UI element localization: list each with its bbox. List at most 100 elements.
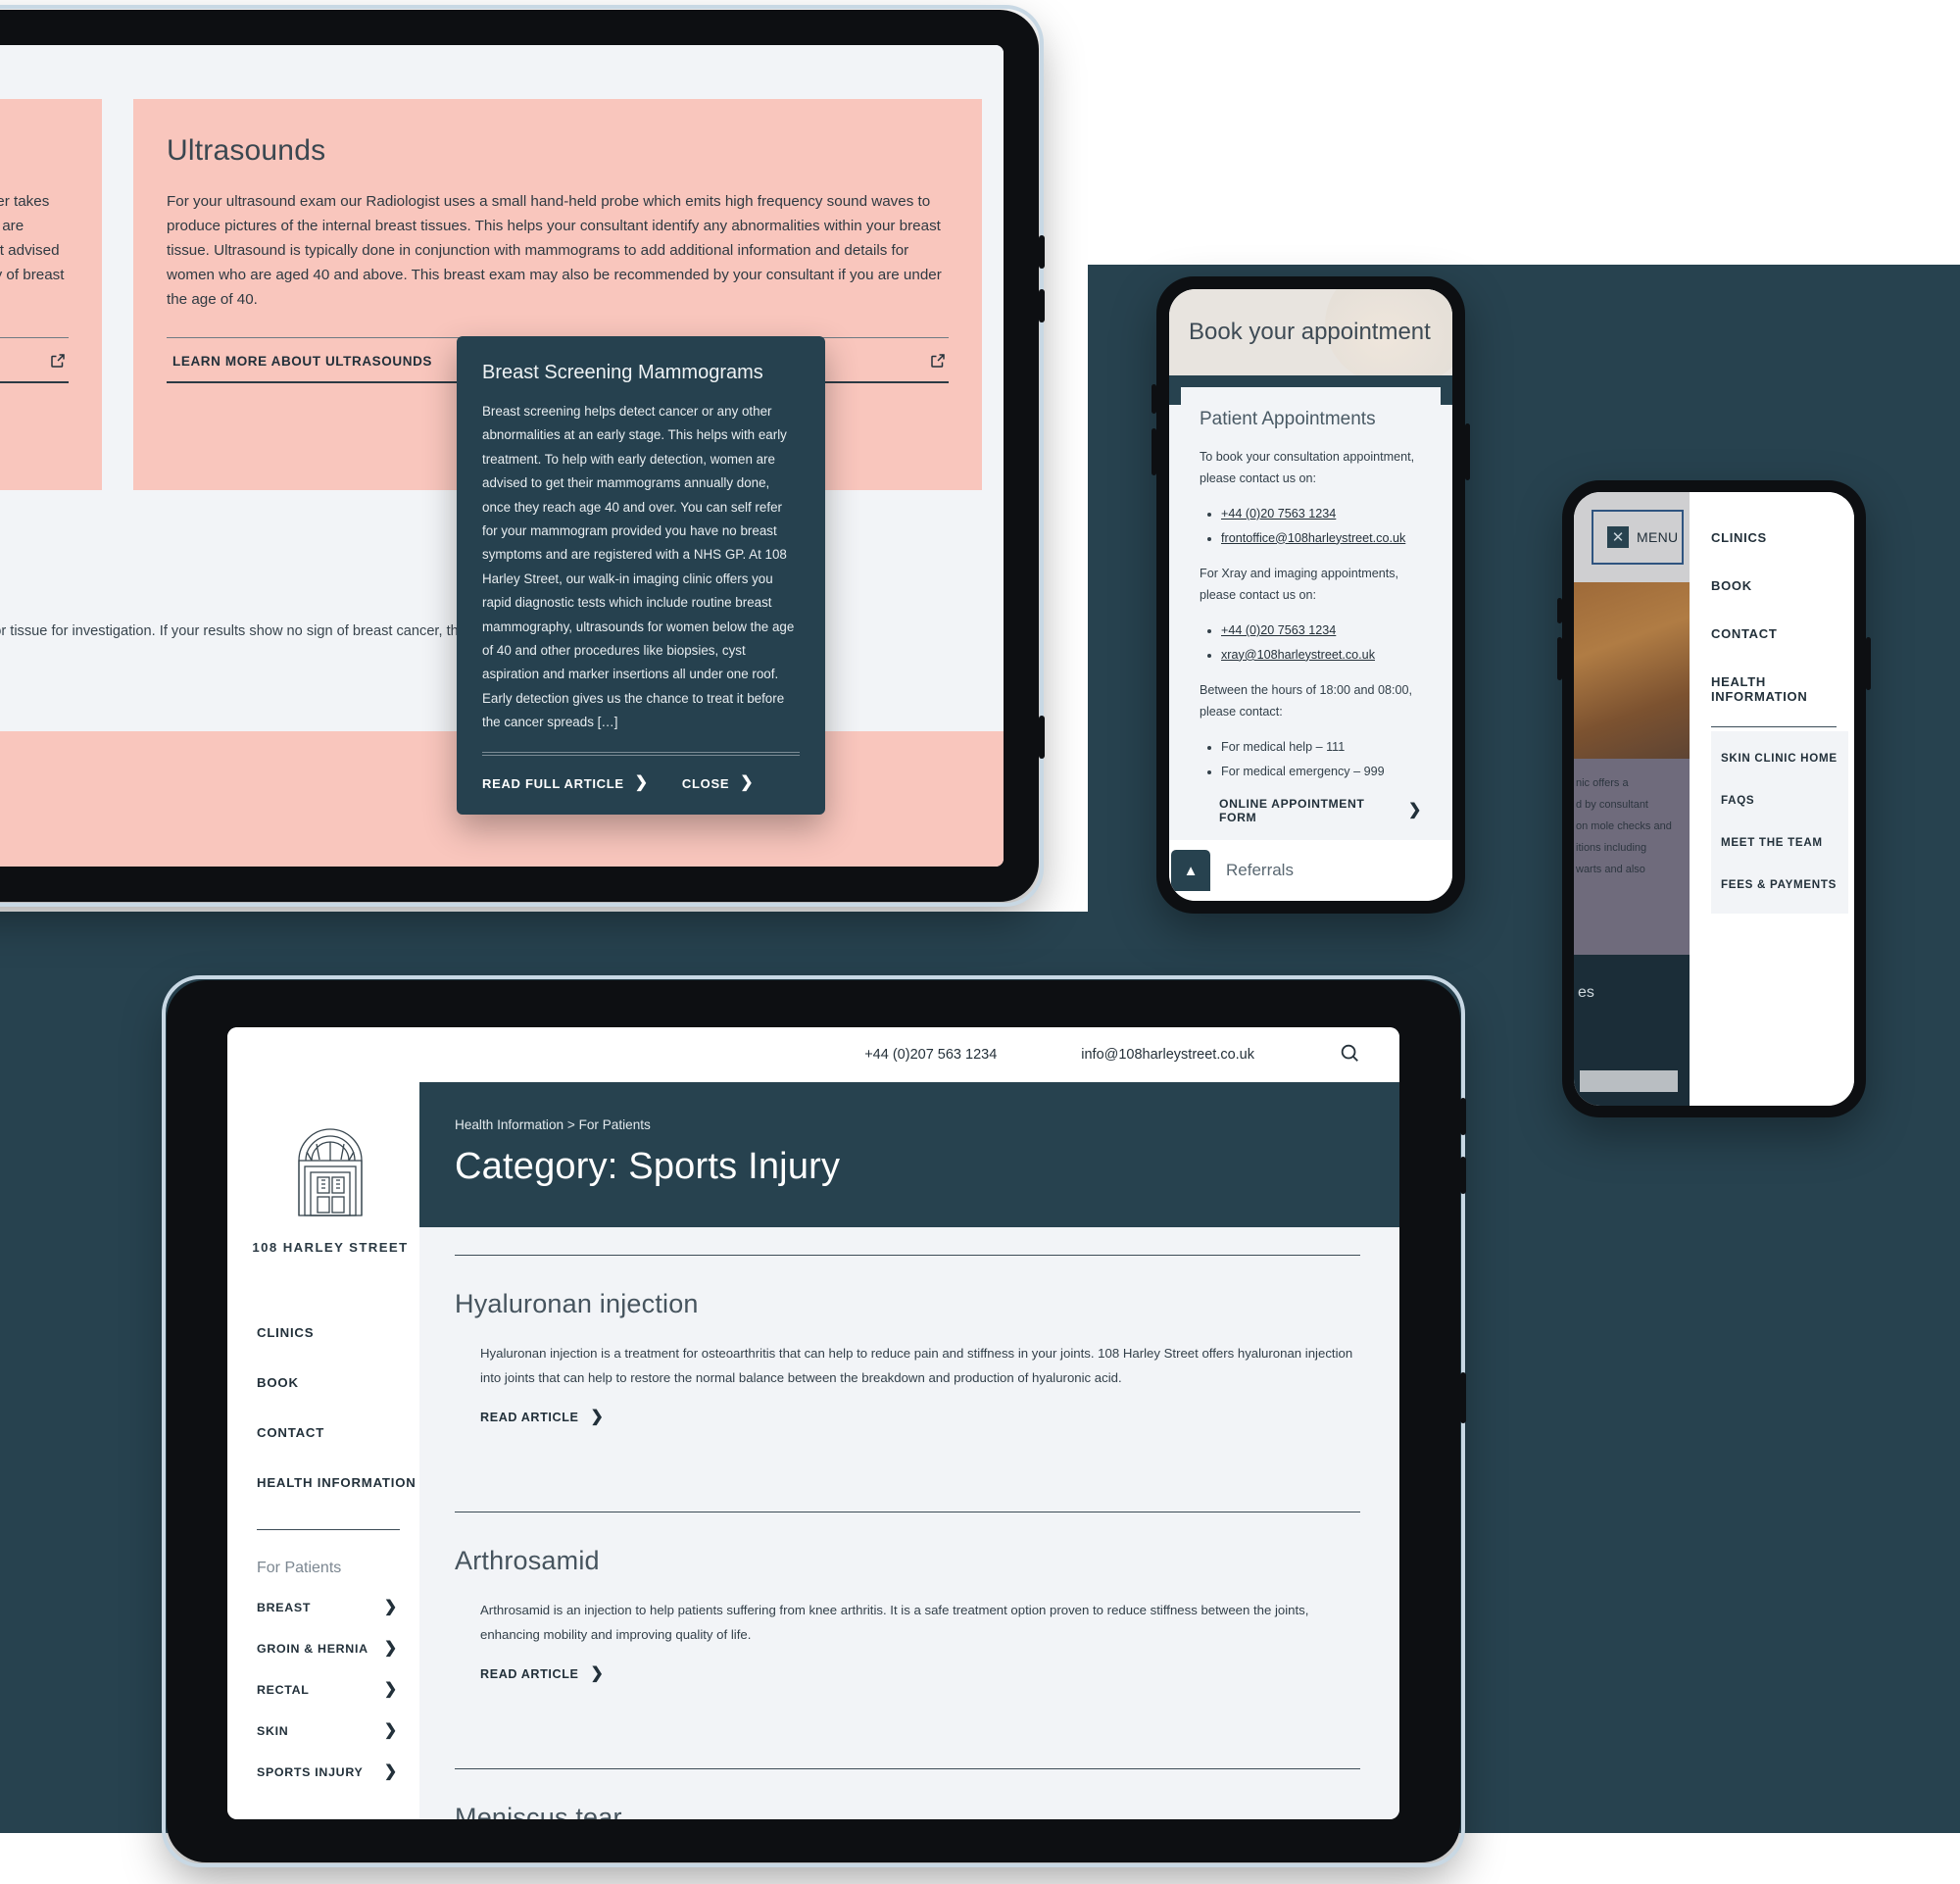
- email-link-xray[interactable]: xray@108harleystreet.co.uk: [1221, 648, 1375, 662]
- menu-toggle-button[interactable]: ✕ MENU: [1592, 510, 1684, 565]
- category-item-groin-hernia[interactable]: GROIN & HERNIA ❯: [241, 1628, 419, 1669]
- search-input[interactable]: [1580, 1070, 1678, 1092]
- bg-line: nic offers a: [1576, 777, 1629, 789]
- subnav-item-fees-payments[interactable]: FEES & PAYMENTS: [1721, 864, 1848, 906]
- bg-line: d by consultant: [1576, 799, 1648, 811]
- sidebar-item-clinics[interactable]: CLINICS: [257, 1308, 419, 1358]
- chevron-right-icon: ❯: [740, 774, 755, 792]
- external-link-icon: [49, 352, 67, 370]
- article-list: Hyaluronan injection Hyaluronan injectio…: [419, 1255, 1399, 1819]
- tablet-top-button-1[interactable]: [1039, 235, 1045, 269]
- breadcrumb[interactable]: Health Information > For Patients: [455, 1117, 1399, 1132]
- category-item-rectal[interactable]: RECTAL ❯: [241, 1669, 419, 1710]
- category-item-breast[interactable]: BREAST ❯: [241, 1587, 419, 1628]
- online-appointment-form-button[interactable]: ONLINE APPOINTMENT FORM ❯: [1219, 797, 1422, 824]
- contact-list-xray: +44 (0)20 7563 1234 xray@108harleystreet…: [1221, 619, 1422, 667]
- phone-book-button-power[interactable]: [1465, 423, 1470, 480]
- phone-book-button-volume-up[interactable]: [1152, 384, 1156, 414]
- online-appointment-form-label: ONLINE APPOINTMENT FORM: [1219, 797, 1365, 825]
- topbar-phone[interactable]: +44 (0)207 563 1234: [864, 1047, 997, 1063]
- category-item-sports-injury[interactable]: SPORTS INJURY ❯: [241, 1752, 419, 1793]
- read-article-button[interactable]: READ ARTICLE ❯: [480, 1666, 1360, 1682]
- sidebar-item-book[interactable]: BOOK: [257, 1358, 419, 1408]
- nav-item-book[interactable]: BOOK: [1711, 562, 1854, 610]
- article-title[interactable]: Arthrosamid: [455, 1546, 1360, 1576]
- phone-menu-button-volume-up[interactable]: [1557, 598, 1562, 623]
- close-popup-button[interactable]: CLOSE ❯: [682, 775, 754, 791]
- menu-toggle-label: MENU: [1637, 529, 1679, 545]
- mobile-nav-drawer: CLINICS BOOK CONTACT HEALTH INFORMATION …: [1690, 492, 1854, 1106]
- contact-list-primary: +44 (0)20 7563 1234 frontoffice@108harle…: [1221, 502, 1422, 550]
- sidebar-divider: [257, 1529, 400, 1530]
- page-header: Health Information > For Patients Catego…: [419, 1082, 1399, 1227]
- tablet-bottom-button-2[interactable]: [1460, 1157, 1466, 1194]
- chevron-right-icon: ❯: [590, 1665, 605, 1683]
- emergency-list: For medical help – 111 For medical emerg…: [1221, 735, 1422, 783]
- subnav-item-skin-clinic-home[interactable]: SKIN CLINIC HOME: [1721, 737, 1848, 779]
- mobile-nav-subsection: SKIN CLINIC HOME FAQS MEET THE TEAM FEES…: [1711, 731, 1848, 914]
- category-label: GROIN & HERNIA: [257, 1642, 368, 1656]
- meet-team-body: Learn more about the consultants and sur…: [0, 831, 982, 847]
- article-title[interactable]: Meniscus tear: [455, 1803, 1360, 1819]
- phone-link-xray[interactable]: +44 (0)20 7563 1234: [1221, 623, 1336, 637]
- phone-book-button-volume-down[interactable]: [1152, 428, 1156, 475]
- close-popup-label: CLOSE: [681, 775, 730, 791]
- nav-item-clinics[interactable]: CLINICS: [1711, 514, 1854, 562]
- chevron-right-icon: ❯: [383, 1599, 398, 1615]
- tablet-top-button-3[interactable]: [1039, 716, 1045, 759]
- nav-item-health-information[interactable]: HEALTH INFORMATION: [1711, 658, 1854, 720]
- popup-body: Breast screening helps detect cancer or …: [482, 404, 795, 730]
- article-title[interactable]: Hyaluronan injection: [455, 1289, 1360, 1319]
- site-logo[interactable]: 108 HARLEY STREET: [241, 1106, 419, 1255]
- phone-book-hero: Book your appointment: [1169, 289, 1452, 375]
- search-icon[interactable]: [1339, 1042, 1360, 1068]
- screenshot-stage: Mammograms During your mammogram examina…: [0, 0, 1960, 1884]
- chevron-right-icon: ❯: [383, 1640, 398, 1657]
- phone-menu-button-power[interactable]: [1866, 637, 1871, 690]
- popup-title: Breast Screening Mammograms: [482, 362, 763, 383]
- page-title: Category: Sports Injury: [455, 1146, 841, 1187]
- list-item: +44 (0)20 7563 1234: [1221, 502, 1422, 526]
- tablet-bottom-button-3[interactable]: [1460, 1372, 1466, 1423]
- category-item-skin[interactable]: SKIN ❯: [241, 1710, 419, 1752]
- chevron-right-icon: ❯: [590, 1409, 605, 1426]
- referrals-label[interactable]: Referrals: [1226, 861, 1294, 880]
- nav-divider: [1711, 726, 1837, 727]
- hero-image: [1574, 582, 1690, 759]
- list-item: frontoffice@108harleystreet.co.uk: [1221, 526, 1422, 551]
- patient-appointments-title: Patient Appointments: [1200, 409, 1376, 429]
- category-label: BREAST: [257, 1601, 312, 1614]
- nav-item-contact[interactable]: CONTACT: [1711, 610, 1854, 658]
- article-body: Arthrosamid is an injection to help pati…: [480, 1603, 1309, 1643]
- tablet-bottom-screen: +44 (0)207 563 1234 info@108harleystreet…: [227, 1027, 1399, 1819]
- category-label: SKIN: [257, 1724, 289, 1738]
- read-full-article-button[interactable]: READ FULL ARTICLE ❯: [482, 775, 649, 791]
- read-article-button[interactable]: READ ARTICLE ❯: [480, 1410, 1360, 1425]
- learn-more-ultrasounds-label: LEARN MORE ABOUT ULTRASOUNDS: [172, 353, 433, 369]
- external-link-icon: [929, 352, 947, 370]
- article-item-arthrosamid: Arthrosamid Arthrosamid is an injection …: [455, 1512, 1360, 1682]
- email-link-frontoffice[interactable]: frontoffice@108harleystreet.co.uk: [1221, 531, 1405, 545]
- popup-actions: READ FULL ARTICLE ❯ CLOSE ❯: [482, 775, 800, 791]
- for-patients-label: For Patients: [257, 1560, 342, 1576]
- phone-menu-button-volume-down[interactable]: [1557, 637, 1562, 680]
- scroll-up-button[interactable]: ▲: [1171, 850, 1210, 891]
- xray-intro: For Xray and imaging appointments, pleas…: [1200, 567, 1399, 603]
- subnav-item-faqs[interactable]: FAQS: [1721, 779, 1848, 821]
- tablet-top-button-2[interactable]: [1039, 289, 1045, 322]
- sidebar-item-contact[interactable]: CONTACT: [257, 1408, 419, 1458]
- tablet-bottom-button-1[interactable]: [1460, 1098, 1466, 1135]
- phone-book-hero-title: Book your appointment: [1189, 319, 1431, 345]
- article-item-hyaluronan-injection: Hyaluronan injection Hyaluronan injectio…: [455, 1256, 1360, 1425]
- card-mammograms: Mammograms During your mammogram examina…: [0, 99, 102, 491]
- card-mammograms-body: During your mammogram examination, which…: [0, 193, 65, 284]
- topbar-email[interactable]: info@108harleystreet.co.uk: [1081, 1047, 1254, 1063]
- sidebar-item-health-information[interactable]: HEALTH INFORMATION: [257, 1458, 419, 1508]
- phone-link-primary[interactable]: +44 (0)20 7563 1234: [1221, 507, 1336, 521]
- chevron-right-icon: ❯: [383, 1763, 398, 1780]
- learn-more-mammograms-link[interactable]: LEARN MORE ABOUT MAMMOGRAMS: [0, 337, 69, 384]
- phone-menu-screen: ✕ MENU nic offers a d by consultant on m…: [1574, 492, 1854, 1106]
- article-gap: [455, 1425, 1360, 1484]
- subnav-item-meet-the-team[interactable]: MEET THE TEAM: [1721, 821, 1848, 864]
- patient-appointments-intro: To book your consultation appointment, p…: [1200, 450, 1415, 486]
